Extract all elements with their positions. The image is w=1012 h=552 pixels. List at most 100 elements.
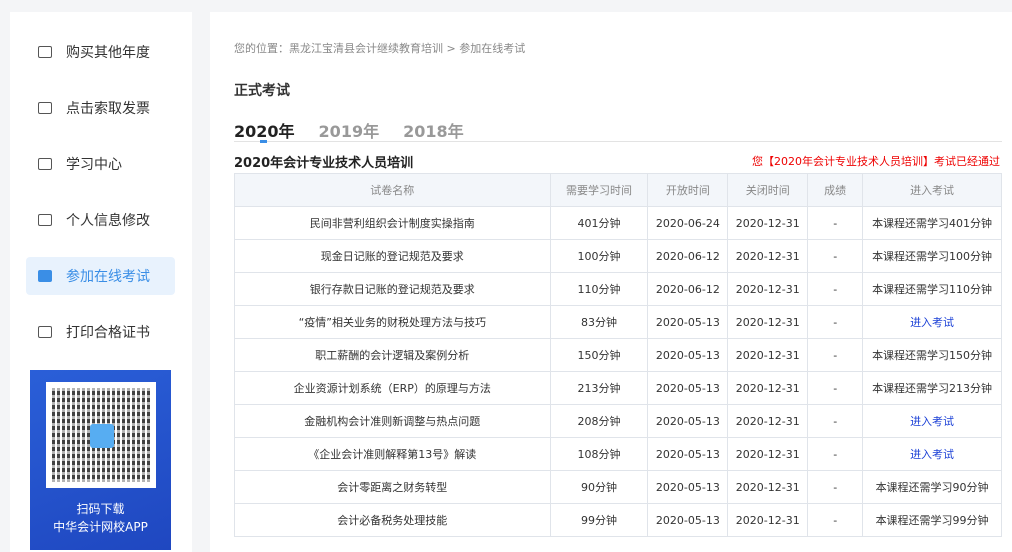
table-cell: 2020-05-13 <box>647 404 729 438</box>
table-cell: 90分钟 <box>549 470 649 504</box>
table-row: 会计零距离之财务转型 90分钟 2020-05-13 2020-12-31- 本课程还需… <box>234 470 1002 504</box>
table-cell: - <box>807 338 864 372</box>
column-header: 成绩 <box>807 173 864 207</box>
table-cell: 2020-05-13 <box>647 305 729 339</box>
table-cell: 2020-06-12 <box>647 272 729 306</box>
table-cell: 2020-12-31 <box>727 503 809 537</box>
table-cell: 2020-12-31 <box>727 371 809 405</box>
sidebar-item-label: 个人信息修改 <box>66 213 150 229</box>
table-cell: 208分钟 <box>549 404 649 438</box>
table-cell: 108分钟 <box>549 437 649 471</box>
sidebar-item-0[interactable]: 购买其他年度 <box>26 33 175 71</box>
app-logo-icon <box>90 424 114 448</box>
qr-line2: 中华会计网校APP <box>53 520 148 534</box>
printer-icon <box>38 326 52 338</box>
table-cell: 2020-12-31 <box>727 404 809 438</box>
sidebar-item-label: 购买其他年度 <box>66 45 150 61</box>
column-header: 关闭时间 <box>727 173 809 207</box>
tab-2018[interactable]: 2018年 <box>403 118 464 141</box>
table-cell: - <box>807 206 864 240</box>
exam-table: 试卷名称 需要学习时间 开放时间 关闭时间 成绩 进入考试 民间非营利组织会计制度实操指南… <box>234 173 1002 537</box>
tab-2019[interactable]: 2019年 <box>319 118 380 141</box>
sidebar-item-label: 点击索取发票 <box>66 101 150 117</box>
table-cell: 2020-05-13 <box>647 503 729 537</box>
table-cell: 进入考试 <box>862 404 1002 438</box>
qr-code <box>46 382 156 488</box>
table-row: 民间非营利组织会计制度实操指南 401分钟 2020-06-24 2020-12-31… <box>234 206 1002 240</box>
section-title: 2020年会计专业技术人员培训 <box>234 156 414 171</box>
sidebar-item-3[interactable]: 个人信息修改 <box>26 201 175 239</box>
table-row: “疫情”相关业务的财税处理方法与技巧 83分钟 2020-05-13 2020-12-… <box>234 305 1002 339</box>
table-cell: 99分钟 <box>549 503 649 537</box>
app-qr-banner: 扫码下载 中华会计网校APP <box>30 370 171 550</box>
table-cell: - <box>807 503 864 537</box>
sidebar-item-1[interactable]: 点击索取发票 <box>26 89 175 127</box>
column-header: 进入考试 <box>862 173 1002 207</box>
sidebar-item-label: 打印合格证书 <box>66 325 150 341</box>
table-cell: 进入考试 <box>862 437 1002 471</box>
bookmark-icon <box>38 270 52 282</box>
table-cell: - <box>807 239 864 273</box>
main-panel: 您的位置：黑龙江宝清县会计继续教育培训 > 参加在线考试 正式考试 2020年 … <box>210 12 1012 552</box>
column-header: 需要学习时间 <box>549 173 649 207</box>
table-cell: 150分钟 <box>549 338 649 372</box>
table-cell: 2020-06-24 <box>647 206 729 240</box>
table-cell: 金融机构会计准则新调整与热点问题 <box>234 404 551 438</box>
page-title: 正式考试 <box>234 83 290 99</box>
enter-exam-link[interactable]: 进入考试 <box>910 316 954 329</box>
table-cell: 企业资源计划系统（ERP）的原理与方法 <box>234 371 551 405</box>
table-row: 现金日记账的登记规范及要求 100分钟 2020-06-12 2020-12-31- 本… <box>234 239 1002 273</box>
table-row: 《企业会计准则解释第13号》解读 108分钟 2020-05-13 2020-12-3… <box>234 437 1002 471</box>
table-cell: 银行存款日记账的登记规范及要求 <box>234 272 551 306</box>
sidebar-item-5[interactable]: 打印合格证书 <box>26 313 175 351</box>
table-cell: 83分钟 <box>549 305 649 339</box>
table-cell: 213分钟 <box>549 371 649 405</box>
sidebar-item-2[interactable]: 学习中心 <box>26 145 175 183</box>
table-cell: 现金日记账的登记规范及要求 <box>234 239 551 273</box>
table-cell: 进入考试 <box>862 305 1002 339</box>
sidebar-item-label: 参加在线考试 <box>66 269 150 285</box>
table-cell: 100分钟 <box>549 239 649 273</box>
user-icon <box>38 214 52 226</box>
table-cell: 本课程还需学习401分钟 <box>862 206 1002 240</box>
table-cell: 2020-12-31 <box>727 470 809 504</box>
calendar-icon <box>38 46 52 58</box>
table-cell: 2020-06-12 <box>647 239 729 273</box>
breadcrumb: 您的位置：黑龙江宝清县会计继续教育培训 > 参加在线考试 <box>234 42 526 55</box>
table-cell: 2020-12-31 <box>727 437 809 471</box>
invoice-icon <box>38 102 52 114</box>
table-cell: 110分钟 <box>549 272 649 306</box>
sidebar-item-4[interactable]: 参加在线考试 <box>26 257 175 295</box>
table-row: 职工薪酬的会计逻辑及案例分析 150分钟 2020-05-13 2020-12-31-… <box>234 338 1002 372</box>
monitor-icon <box>38 158 52 170</box>
table-cell: 会计零距离之财务转型 <box>234 470 551 504</box>
table-cell: - <box>807 272 864 306</box>
table-cell: 本课程还需学习150分钟 <box>862 338 1002 372</box>
table-cell: 2020-05-13 <box>647 437 729 471</box>
sidebar-item-label: 学习中心 <box>66 157 122 173</box>
table-cell: 2020-05-13 <box>647 338 729 372</box>
table-row: 金融机构会计准则新调整与热点问题 208分钟 2020-05-13 2020-12-3… <box>234 404 1002 438</box>
table-cell: 本课程还需学习99分钟 <box>862 503 1002 537</box>
pass-notice: 您【2020年会计专业技术人员培训】考试已经通过 <box>752 155 1000 168</box>
table-cell: 本课程还需学习110分钟 <box>862 272 1002 306</box>
table-cell: 2020-05-13 <box>647 470 729 504</box>
table-row: 会计必备税务处理技能 99分钟 2020-05-13 2020-12-31- 本课程还需… <box>234 503 1002 537</box>
enter-exam-link[interactable]: 进入考试 <box>910 415 954 428</box>
table-cell: - <box>807 305 864 339</box>
year-tabs: 2020年 2019年 2018年 <box>234 118 1002 143</box>
table-cell: 2020-12-31 <box>727 239 809 273</box>
table-cell: 职工薪酬的会计逻辑及案例分析 <box>234 338 551 372</box>
table-cell: 民间非营利组织会计制度实操指南 <box>234 206 551 240</box>
table-row: 银行存款日记账的登记规范及要求 110分钟 2020-06-12 2020-12-31… <box>234 272 1002 306</box>
column-header: 试卷名称 <box>234 173 551 207</box>
enter-exam-link[interactable]: 进入考试 <box>910 448 954 461</box>
table-cell: 2020-12-31 <box>727 206 809 240</box>
table-cell: 《企业会计准则解释第13号》解读 <box>234 437 551 471</box>
table-cell: 2020-12-31 <box>727 305 809 339</box>
table-cell: 本课程还需学习90分钟 <box>862 470 1002 504</box>
column-header: 开放时间 <box>647 173 729 207</box>
table-cell: - <box>807 404 864 438</box>
tab-2020[interactable]: 2020年 <box>234 118 295 143</box>
table-cell: - <box>807 470 864 504</box>
